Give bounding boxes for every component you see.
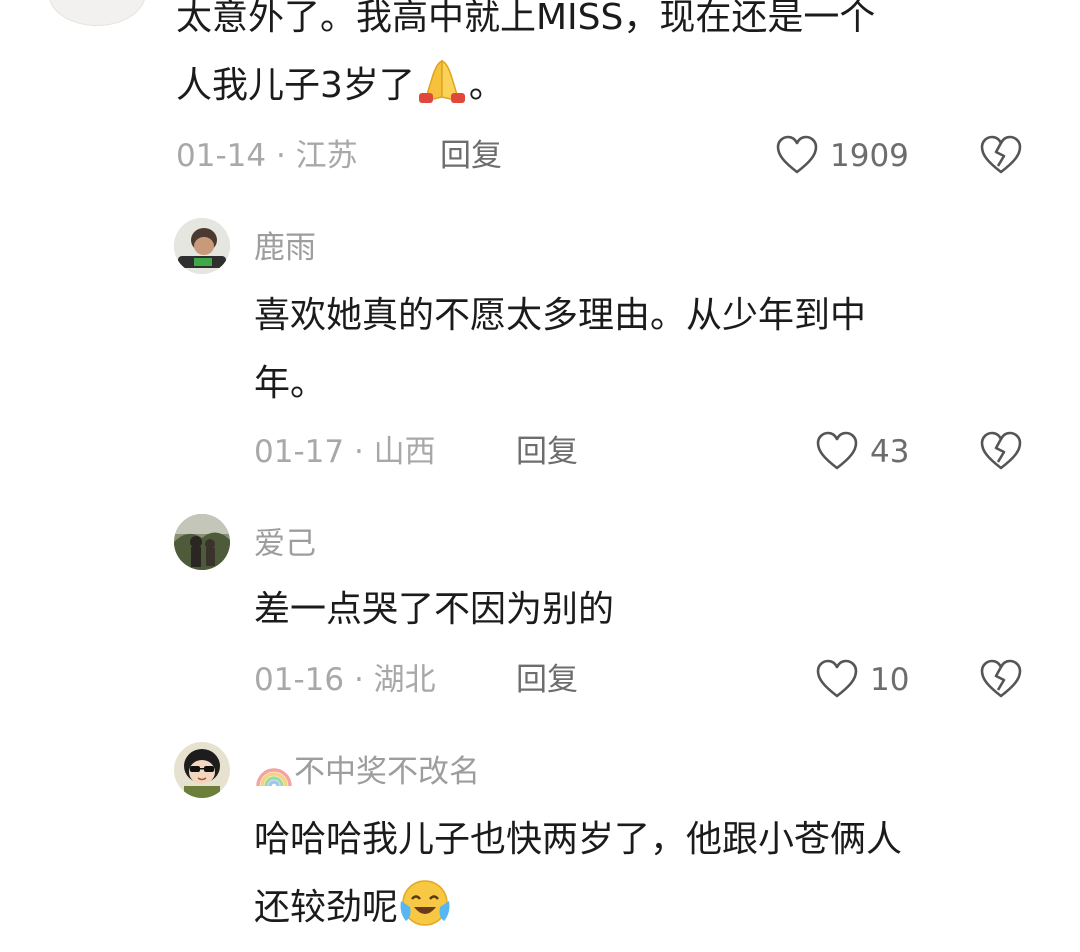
meta-separator: · — [353, 662, 364, 698]
broken-heart-icon[interactable] — [978, 134, 1024, 176]
avatar[interactable] — [174, 514, 230, 570]
comment-meta: 01-14 · 江苏 — [176, 136, 358, 176]
reply-button[interactable]: 回复 — [516, 660, 578, 700]
comment-line: 人我儿子3岁了 。 — [176, 52, 875, 120]
broken-heart-icon[interactable] — [978, 658, 1024, 700]
username[interactable]: 爱己 — [254, 524, 316, 564]
comment-meta: 01-16 · 湖北 — [254, 660, 436, 700]
comment-meta: 01-17 · 山西 — [254, 432, 436, 472]
meta-separator: · — [353, 434, 364, 470]
comment-line: 年。 — [254, 363, 327, 404]
comment-text: 太意外了。我高中就上MISS，现在还是一个 人我儿子3岁了 。 — [176, 0, 875, 120]
like-count: 43 — [870, 434, 910, 470]
comment-line: 太意外了。我高中就上MISS，现在还是一个 — [176, 0, 876, 38]
comment-line: 哈哈哈我儿子也快两岁了，他跟小苍俩人 — [254, 819, 903, 860]
rainbow-emoji — [254, 754, 294, 788]
comment-location: 山西 — [373, 434, 436, 470]
heart-outline-icon[interactable] — [774, 134, 820, 176]
like-count: 1909 — [830, 138, 909, 174]
username[interactable]: 不中奖不改名 — [254, 752, 480, 792]
heart-outline-icon[interactable] — [814, 430, 860, 472]
comment-text: 哈哈哈我儿子也快两岁了，他跟小苍俩人 还较劲呢 — [254, 806, 902, 942]
heart-outline-icon[interactable] — [814, 658, 860, 700]
comment-line: 喜欢她真的不愿太多理由。从少年到中 — [254, 295, 867, 336]
reply-button[interactable]: 回复 — [516, 432, 578, 472]
avatar[interactable] — [174, 218, 230, 274]
reply-button[interactable]: 回复 — [440, 136, 502, 176]
avatar[interactable] — [48, 0, 146, 26]
like-count: 10 — [870, 662, 910, 698]
comment-line: 还较劲呢 — [254, 874, 902, 942]
comment-text: 差一点哭了不因为别的 — [254, 576, 614, 644]
crying-emoji — [398, 877, 452, 929]
username[interactable]: 鹿雨 — [254, 228, 316, 268]
comment-date: 01-16 — [254, 662, 345, 698]
broken-heart-icon[interactable] — [978, 430, 1024, 472]
comment-location: 江苏 — [295, 138, 358, 174]
folded-hands-emoji — [415, 57, 469, 105]
comment-text: 喜欢她真的不愿太多理由。从少年到中 年。 — [254, 282, 866, 418]
avatar[interactable] — [174, 742, 230, 798]
meta-separator: · — [275, 138, 286, 174]
comment-date: 01-14 — [176, 138, 267, 174]
comment-line: 差一点哭了不因为别的 — [254, 589, 615, 630]
comment-date: 01-17 — [254, 434, 345, 470]
comment-location: 湖北 — [373, 662, 436, 698]
